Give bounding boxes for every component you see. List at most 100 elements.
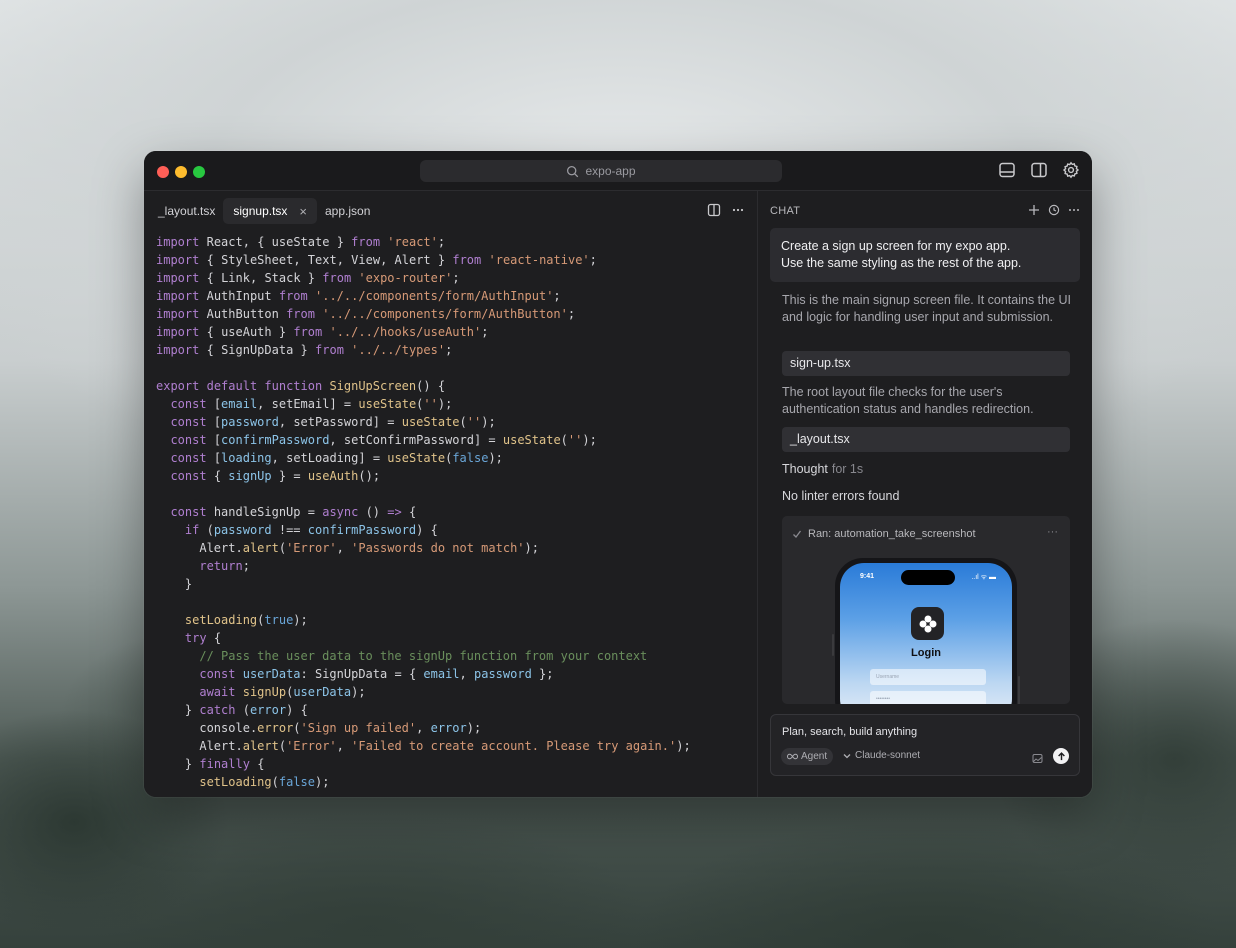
chat-title: CHAT: [770, 205, 801, 217]
code-line[interactable]: import { Link, Stack } from 'expo-router…: [156, 269, 757, 287]
model-label: Claude-sonnet: [855, 750, 921, 761]
image-attach-icon[interactable]: [1032, 751, 1043, 763]
assistant-reply: The root layout file checks for the user…: [782, 385, 1034, 416]
code-line[interactable]: const { signUp } = useAuth();: [156, 467, 757, 485]
minimize-window-button[interactable]: [175, 166, 187, 178]
code-line[interactable]: setLoading(true);: [156, 611, 757, 629]
command-search[interactable]: expo-app: [420, 160, 782, 182]
code-line[interactable]: Alert.alert('Error', 'Failed to create a…: [156, 737, 757, 755]
code-line[interactable]: [156, 359, 757, 377]
code-line[interactable]: [156, 485, 757, 503]
phone-status-icons: ..ıl ᯤ ▬: [971, 574, 996, 581]
tab-label: app.json: [325, 204, 371, 218]
tab-signup[interactable]: signup.tsx ×: [223, 198, 317, 224]
phone-time: 9:41: [860, 573, 875, 580]
maximize-window-button[interactable]: [193, 166, 205, 178]
send-button[interactable]: [1053, 748, 1069, 764]
thought-indicator[interactable]: Thought for 1s: [782, 462, 863, 476]
editor-tabs: _layout.tsx signup.tsx × app.json: [144, 191, 757, 231]
code-line[interactable]: const [email, setEmail] = useState('');: [156, 395, 757, 413]
chat-composer[interactable]: Plan, search, build anything Agent Claud…: [770, 714, 1080, 776]
editor-tab-actions: [707, 203, 745, 217]
chat-header: CHAT: [758, 191, 1092, 231]
more-icon[interactable]: ···: [1047, 526, 1058, 538]
phone-screenshot: 9:41 ..ıl ᯤ ▬ Login Username ••••••••: [835, 558, 1017, 704]
code-line[interactable]: Alert.alert('Error', 'Passwords do not m…: [156, 539, 757, 557]
composer-input[interactable]: Plan, search, build anything: [782, 726, 917, 738]
tool-call-card: Ran: automation_take_screenshot ··· 9:41…: [782, 516, 1070, 704]
model-selector[interactable]: Claude-sonnet: [843, 750, 920, 761]
user-message-line: Use the same styling as the rest of the …: [781, 256, 1022, 270]
file-reference-layout[interactable]: _layout.tsx: [782, 427, 1070, 452]
close-icon[interactable]: ×: [299, 204, 307, 219]
code-line[interactable]: setLoading(false);: [156, 773, 757, 791]
code-editor: _layout.tsx signup.tsx × app.json import…: [144, 191, 758, 797]
toggle-bottom-panel-icon[interactable]: [998, 161, 1016, 179]
chevron-down-icon: [843, 753, 851, 758]
thought-time: for 1s: [831, 462, 864, 476]
tab-layout[interactable]: _layout.tsx: [152, 198, 221, 224]
agent-label: Agent: [801, 751, 828, 762]
agent-mode-button[interactable]: Agent: [781, 748, 834, 765]
title-bar: expo-app: [144, 151, 1092, 191]
thought-label: Thought: [782, 462, 828, 476]
search-text: expo-app: [585, 164, 636, 178]
code-line[interactable]: const handleSignUp = async () => {: [156, 503, 757, 521]
code-line[interactable]: try {: [156, 629, 757, 647]
code-line[interactable]: import { useAuth } from '../../hooks/use…: [156, 323, 757, 341]
more-icon[interactable]: [1068, 203, 1080, 217]
arrow-up-icon: [1057, 751, 1065, 760]
code-line[interactable]: import { StyleSheet, Text, View, Alert }…: [156, 251, 757, 269]
code-line[interactable]: await signUp(userData);: [156, 683, 757, 701]
tab-app-json[interactable]: app.json: [319, 198, 376, 224]
gear-icon[interactable]: [1062, 161, 1080, 179]
code-line[interactable]: return;: [156, 557, 757, 575]
code-line[interactable]: }: [156, 575, 757, 593]
tool-call-header[interactable]: Ran: automation_take_screenshot ···: [782, 516, 1070, 552]
phone-side-button: [832, 634, 834, 656]
window-controls: [157, 166, 205, 178]
check-icon: [793, 530, 802, 538]
code-line[interactable]: const [loading, setLoading] = useState(f…: [156, 449, 757, 467]
dynamic-island: [901, 570, 955, 585]
split-editor-icon[interactable]: [707, 203, 721, 217]
code-line[interactable]: import { SignUpData } from '../../types'…: [156, 341, 757, 359]
phone-screen: 9:41 ..ıl ᯤ ▬ Login Username ••••••••: [840, 563, 1012, 704]
close-window-button[interactable]: [157, 166, 169, 178]
code-line[interactable]: // Pass the user data to the signUp func…: [156, 647, 757, 665]
code-line[interactable]: import React, { useState } from 'react';: [156, 233, 757, 251]
username-field: Username: [870, 669, 986, 685]
code-line[interactable]: const userData: SignUpData = { email, pa…: [156, 665, 757, 683]
toggle-side-panel-icon[interactable]: [1030, 161, 1048, 179]
code-line[interactable]: [156, 593, 757, 611]
code-line[interactable]: console.error('Sign up failed', error);: [156, 719, 757, 737]
infinity-icon: [787, 753, 798, 760]
user-message: Create a sign up screen for my expo app.…: [770, 228, 1080, 282]
user-message-line: Create a sign up screen for my expo app.: [781, 239, 1011, 253]
plus-icon[interactable]: [1028, 203, 1040, 217]
tool-call-label: Ran: automation_take_screenshot: [808, 528, 976, 540]
code-line[interactable]: if (password !== confirmPassword) {: [156, 521, 757, 539]
search-icon: [567, 165, 579, 177]
code-line[interactable]: export default function SignUpScreen() {: [156, 377, 757, 395]
code-line[interactable]: } catch (error) {: [156, 701, 757, 719]
app-logo-icon: [911, 607, 944, 640]
code-content[interactable]: import React, { useState } from 'react';…: [156, 233, 757, 791]
history-icon[interactable]: [1048, 203, 1060, 217]
linter-status: No linter errors found: [782, 489, 900, 503]
tab-label: _layout.tsx: [158, 204, 216, 218]
chat-actions: [1028, 203, 1080, 217]
code-line[interactable]: import AuthInput from '../../components/…: [156, 287, 757, 305]
file-reference-signup[interactable]: sign-up.tsx: [782, 351, 1070, 376]
titlebar-actions: [998, 161, 1080, 179]
app-window: expo-app _layout.tsx signup.tsx × app.js…: [144, 151, 1092, 797]
code-line[interactable]: } finally {: [156, 755, 757, 773]
phone-side-button: [1018, 676, 1020, 704]
code-line[interactable]: import AuthButton from '../../components…: [156, 305, 757, 323]
assistant-reply: This is the main signup screen file. It …: [782, 293, 1072, 324]
code-line[interactable]: const [password, setPassword] = useState…: [156, 413, 757, 431]
password-field: ••••••••: [870, 691, 986, 704]
chat-panel: CHAT Create a sign up screen for my expo…: [758, 191, 1092, 797]
code-line[interactable]: const [confirmPassword, setConfirmPasswo…: [156, 431, 757, 449]
more-icon[interactable]: [731, 203, 745, 217]
